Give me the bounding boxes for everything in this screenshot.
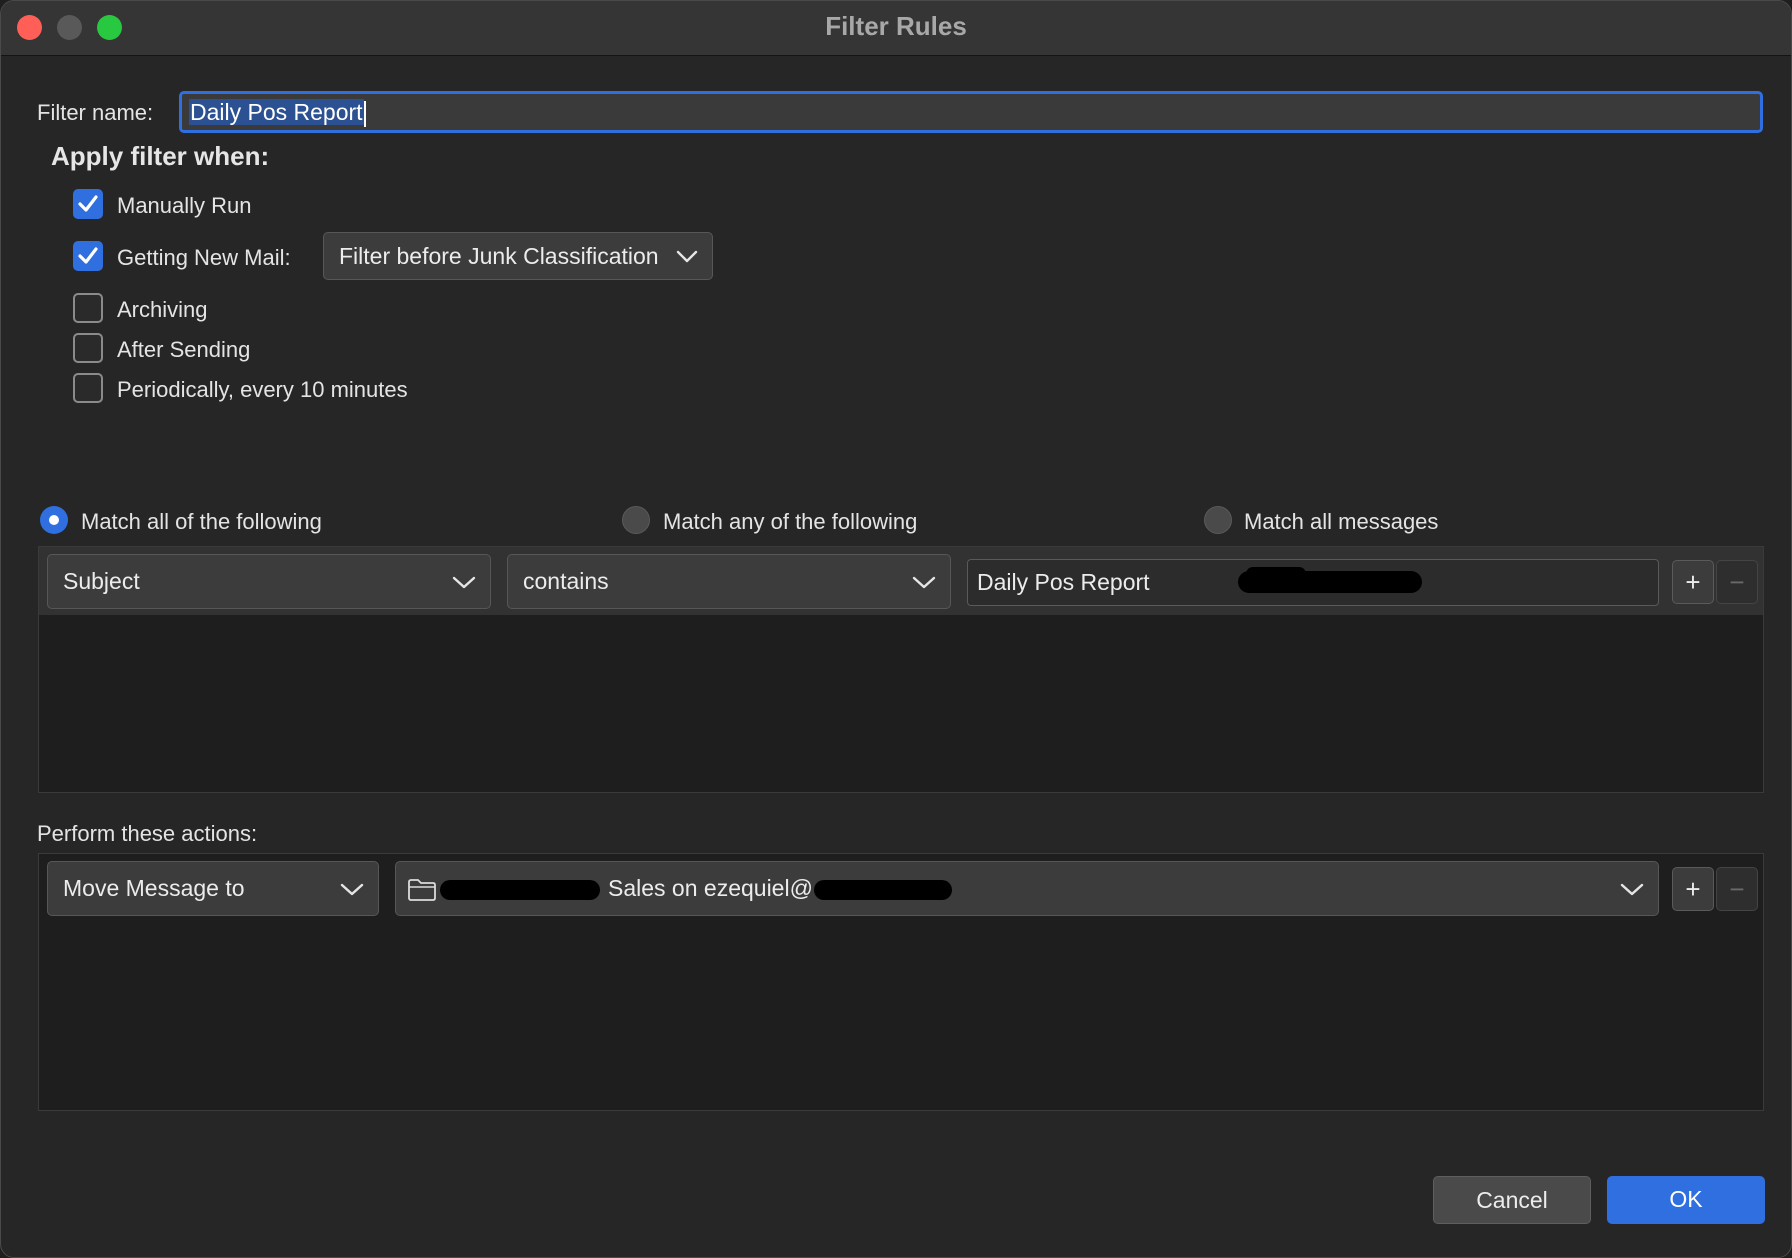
rule-field-value: Subject (63, 568, 140, 594)
junk-classification-dropdown[interactable]: Filter before Junk Classification (323, 232, 713, 280)
rule-operator-value: contains (523, 568, 609, 594)
after-sending-checkbox[interactable] (73, 333, 103, 363)
title-bar: Filter Rules (1, 1, 1791, 56)
cancel-button[interactable]: Cancel (1433, 1176, 1591, 1224)
target-folder-text: Sales on ezequiel@ (608, 875, 813, 901)
match-all-following-label: Match all of the following (81, 509, 322, 534)
chevron-down-icon (1620, 883, 1644, 895)
rule-value-input[interactable]: Daily Pos Report (967, 559, 1659, 606)
archiving-label: Archiving (117, 297, 208, 322)
checkmark-icon (78, 195, 98, 212)
manually-run-checkbox[interactable] (73, 189, 103, 219)
after-sending-label: After Sending (117, 337, 251, 362)
chevron-down-icon (912, 576, 936, 588)
match-all-messages-label: Match all messages (1244, 509, 1439, 534)
rule-operator-dropdown[interactable]: contains (507, 554, 951, 609)
rule-value-text: Daily Pos Report (977, 569, 1150, 595)
chevron-down-icon (452, 576, 476, 588)
archiving-checkbox[interactable] (73, 293, 103, 323)
match-any-following-radio[interactable] (622, 506, 650, 534)
match-any-following-label: Match any of the following (663, 509, 918, 534)
match-all-messages-radio[interactable] (1204, 506, 1232, 534)
folder-icon (408, 879, 436, 901)
filter-name-input[interactable]: Daily Pos Report (179, 91, 1763, 133)
periodically-checkbox[interactable] (73, 373, 103, 403)
apply-filter-heading: Apply filter when: (51, 141, 270, 171)
perform-actions-label: Perform these actions: (37, 821, 258, 846)
ok-button[interactable]: OK (1607, 1176, 1765, 1224)
rule-field-dropdown[interactable]: Subject (47, 554, 491, 609)
filter-name-label: Filter name: (37, 100, 154, 125)
match-all-following-radio[interactable] (40, 506, 68, 534)
periodically-label: Periodically, every 10 minutes (117, 377, 408, 402)
redaction-mark (1246, 567, 1306, 581)
manually-run-label: Manually Run (117, 193, 252, 218)
redaction-mark (440, 880, 600, 900)
chevron-down-icon (340, 883, 364, 895)
checkmark-icon (78, 247, 98, 264)
chevron-down-icon (676, 250, 698, 263)
junk-classification-value: Filter before Junk Classification (339, 243, 659, 269)
remove-action-button[interactable]: − (1716, 867, 1758, 911)
filter-name-value: Daily Pos Report (189, 99, 364, 125)
add-action-button[interactable]: + (1672, 867, 1714, 911)
getting-new-mail-checkbox[interactable] (73, 241, 103, 271)
action-type-dropdown[interactable]: Move Message to (47, 861, 379, 916)
window-title: Filter Rules (825, 11, 967, 41)
filter-rules-window: Filter Rules Filter name: Daily Pos Repo… (0, 0, 1792, 1258)
redaction-mark (814, 880, 952, 900)
target-folder-dropdown[interactable]: Sales on ezequiel@ (395, 861, 1659, 916)
remove-rule-button[interactable]: − (1716, 560, 1758, 604)
action-type-value: Move Message to (63, 875, 245, 901)
text-caret (363, 100, 366, 127)
add-rule-button[interactable]: + (1672, 560, 1714, 604)
getting-new-mail-label: Getting New Mail: (117, 245, 291, 270)
